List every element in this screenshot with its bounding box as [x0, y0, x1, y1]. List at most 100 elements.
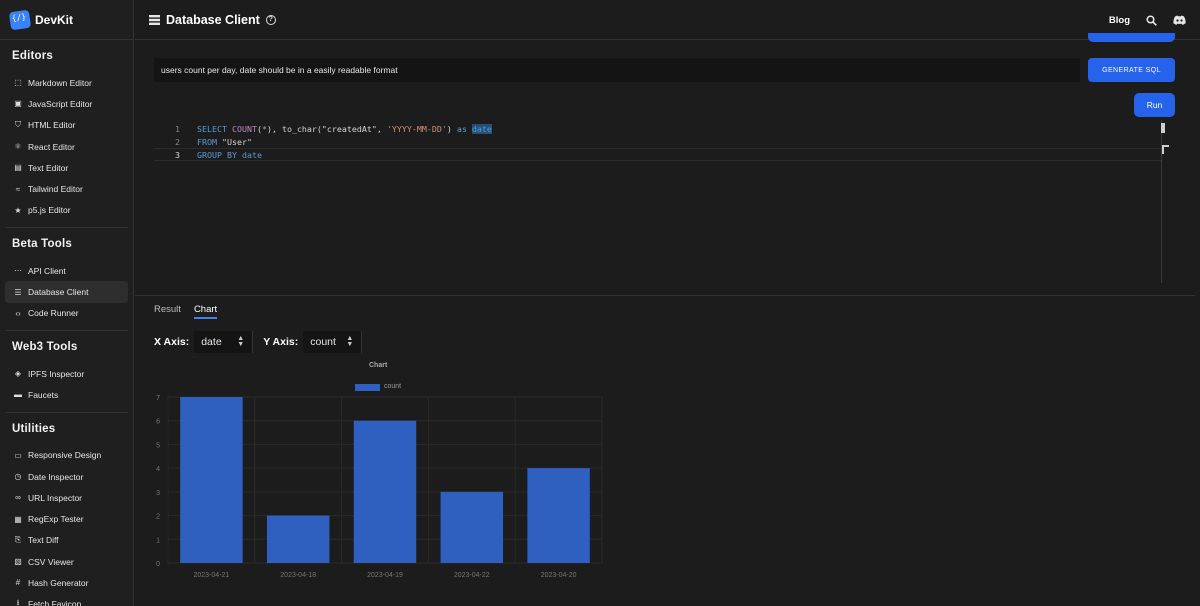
scrollbar-thumb[interactable] — [1161, 123, 1165, 133]
line-number: 3 — [175, 149, 180, 160]
diff-icon: ⎘ — [14, 535, 22, 545]
y-tick-label: 1 — [156, 537, 160, 544]
sidebar-item-markdown-editor[interactable]: ⬚ Markdown Editor — [5, 72, 128, 93]
bar-chart: 0 1 2 3 4 5 6 7 2023-04-21 2023-04-18 2023-04-19 20… — [156, 395, 603, 579]
sidebar-item-label: Text Editor — [28, 162, 69, 173]
discord-icon[interactable] — [1172, 13, 1186, 27]
y-tick-label: 5 — [156, 442, 160, 449]
chart-title: Chart — [369, 362, 388, 369]
bar[interactable] — [353, 420, 417, 563]
axis-controls: X Axis: date ▲ ▼ Y Axis: count ▲ ▼ — [154, 331, 363, 353]
sidebar-item-label: IPFS Inspector — [28, 368, 85, 379]
sidebar-item-label: Text Diff — [28, 535, 59, 546]
question-circle-icon[interactable]: ? — [265, 14, 276, 25]
sidebar: DevKit Editors ⬚ Markdown Editor ▣ JavaScrip… — [0, 0, 134, 606]
x-axis-select[interactable]: date ▲ ▼ — [194, 331, 253, 353]
bar[interactable] — [527, 468, 590, 563]
sidebar-section-title: Beta Tools — [12, 238, 72, 251]
sidebar-item-ipfs-inspector[interactable]: ◈ IPFS Inspector — [5, 363, 128, 384]
sidebar-item-label: Date Inspector — [28, 471, 84, 482]
sidebar-sections: Editors ⬚ Markdown Editor ▣ JavaScript Edito… — [0, 40, 133, 606]
markdown-icon: ⬚ — [14, 78, 22, 88]
code-line-current: 3 GROUP BY date — [154, 148, 1161, 161]
sidebar-item-fetch-favicon[interactable]: ⭳ Fetch Favicon — [5, 594, 128, 606]
sidebar-item-javascript-editor[interactable]: ▣ JavaScript Editor — [5, 93, 128, 114]
devices-icon: ▭ — [14, 450, 22, 460]
star-icon: ★ — [14, 205, 22, 215]
api-icon: ⋯ — [14, 266, 22, 276]
divider — [361, 331, 363, 353]
sql-editor[interactable]: 1 SELECT COUNT(*), to_char("createdAt", … — [154, 120, 1164, 283]
x-axis-label: X Axis: — [154, 336, 190, 348]
sidebar-item-database-client[interactable]: ☰ Database Client — [5, 281, 128, 303]
sidebar-item-label: API Client — [28, 265, 66, 276]
sidebar-item-hash-generator[interactable]: # Hash Generator — [5, 572, 128, 593]
generate-sql-button[interactable]: GENERATE SQL — [1088, 58, 1175, 82]
sidebar-item-html-editor[interactable]: ⛉ HTML Editor — [5, 115, 128, 136]
page-title: Database Client — [166, 12, 260, 27]
sidebar-item-label: Faucets — [28, 389, 59, 400]
pane-divider[interactable] — [135, 295, 1195, 296]
sidebar-item-url-inspector[interactable]: ∞ URL Inspector — [5, 487, 128, 508]
brand-name: DevKit — [35, 12, 74, 27]
sidebar-item-label: Responsive Design — [28, 450, 102, 461]
text-file-icon: ▤ — [14, 163, 22, 173]
x-tick-label: 2023-04-20 — [541, 572, 577, 579]
app-window: DevKit Editors ⬚ Markdown Editor ▣ JavaScrip… — [0, 0, 1200, 606]
x-tick-label: 2023-04-21 — [193, 572, 229, 579]
sidebar-item-faucets[interactable]: ▬ Faucets — [5, 384, 128, 405]
hash-icon: # — [15, 578, 21, 588]
result-tabs: Result Chart — [154, 304, 230, 319]
bar[interactable] — [266, 515, 330, 563]
code-text: SELECT COUNT(*), to_char("createdAt", 'Y… — [197, 123, 492, 134]
sidebar-item-label: Markdown Editor — [28, 77, 92, 88]
legend-label[interactable]: count — [384, 383, 401, 390]
sidebar-section-title: Utilities — [12, 422, 56, 435]
sidebar-item-label: Hash Generator — [28, 577, 89, 588]
partial-button[interactable] — [1088, 33, 1175, 42]
sidebar-item-label: React Editor — [28, 141, 75, 152]
y-axis-select[interactable]: count ▲ ▼ — [303, 331, 362, 353]
x-axis-value: date — [201, 336, 222, 348]
bar[interactable] — [180, 397, 243, 563]
sidebar-item-text-editor[interactable]: ▤ Text Editor — [5, 157, 128, 178]
code-text: GROUP BY date — [197, 149, 262, 160]
select-caret-icon: ▲ ▼ — [237, 335, 245, 348]
code-text: FROM "User" — [197, 136, 252, 147]
sidebar-section-title: Web3 Tools — [12, 340, 78, 353]
download-icon: ⭳ — [16, 598, 20, 606]
search-icon[interactable] — [1144, 13, 1158, 27]
sidebar-item-csv-viewer[interactable]: ▧ CSV Viewer — [5, 551, 128, 572]
code-line: 1 SELECT COUNT(*), to_char("createdAt", … — [154, 122, 1161, 135]
tab-result[interactable]: Result — [154, 304, 181, 319]
sidebar-item-tailwind-editor[interactable]: ≈ Tailwind Editor — [5, 178, 128, 199]
sidebar-item-api-client[interactable]: ⋯ API Client — [5, 260, 128, 281]
sidebar-item-text-diff[interactable]: ⎘ Text Diff — [5, 530, 128, 551]
run-button[interactable]: Run — [1134, 93, 1175, 117]
code-line: 2 FROM "User" — [154, 135, 1161, 148]
prompt-input[interactable] — [154, 58, 1080, 82]
header: Database Client ? Blog — [135, 0, 1200, 40]
bar[interactable] — [440, 491, 504, 563]
y-tick-label: 4 — [156, 466, 160, 473]
blog-link[interactable]: Blog — [1109, 15, 1130, 26]
y-tick-label: 6 — [156, 419, 160, 426]
sidebar-item-responsive-design[interactable]: ▭ Responsive Design — [5, 445, 128, 466]
sidebar-item-p5-js-editor[interactable]: ★ p5.js Editor — [5, 200, 128, 221]
sidebar-item-label: Fetch Favicon — [28, 599, 82, 606]
sidebar-item-label: Tailwind Editor — [28, 184, 83, 195]
cube-icon: ◈ — [14, 369, 22, 379]
brand[interactable]: DevKit — [0, 0, 133, 40]
tab-chart[interactable]: Chart — [193, 304, 218, 319]
sidebar-item-label: JavaScript Editor — [28, 98, 93, 109]
sidebar-item-react-editor[interactable]: ⚛ React Editor — [5, 136, 128, 157]
select-caret-icon: ▲ ▼ — [346, 335, 354, 348]
sidebar-item-label: Code Runner — [28, 308, 79, 319]
sidebar-item-label: HTML Editor — [28, 120, 76, 131]
divider — [252, 331, 254, 353]
sidebar-item-code-runner[interactable]: ‹› Code Runner — [5, 303, 128, 324]
sidebar-item-date-inspector[interactable]: ◷ Date Inspector — [5, 466, 128, 487]
sidebar-item-label: URL Inspector — [28, 492, 83, 503]
sidebar-item-regexp-tester[interactable]: ▦ RegExp Tester — [5, 508, 128, 529]
line-number: 1 — [175, 123, 180, 134]
